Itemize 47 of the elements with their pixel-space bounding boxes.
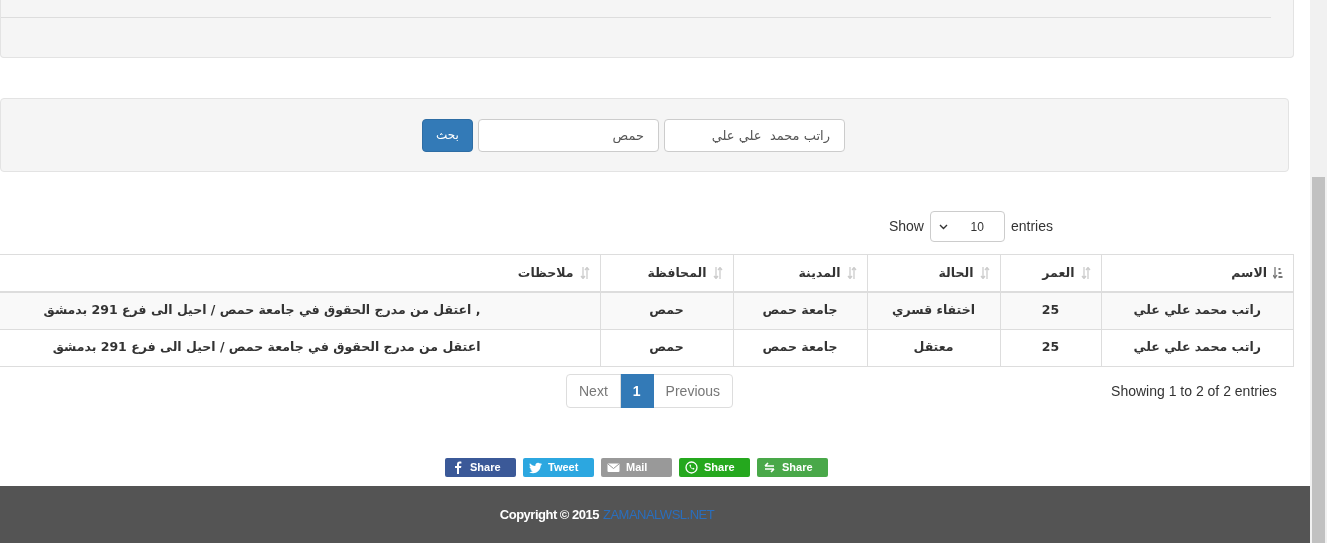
search-button[interactable]: بحث [422, 118, 473, 152]
entries-label: entries [1010, 217, 1053, 236]
mail-icon [607, 461, 620, 474]
column-label: الاسم [1231, 263, 1267, 282]
input-field[interactable]: حمص [478, 118, 659, 152]
column-label: المحافظة [647, 263, 707, 282]
table-cell: جامعة حمص [733, 292, 867, 329]
share-button[interactable]: Share [679, 458, 750, 477]
column-label: ملاحظات [517, 263, 574, 282]
table-cell: , اعتقل من مدرج الحقوق في جامعة حمص / احيل الى فرع 291 بدمشق [0, 292, 600, 329]
table-cell: حمص [600, 329, 733, 366]
table-cell: 25 [1000, 292, 1101, 329]
bird-icon [529, 461, 542, 474]
whatsapp-icon [685, 461, 698, 474]
table-cell: معتقل [867, 329, 1000, 366]
column-label: الحالة [938, 263, 974, 282]
share-button[interactable]: Tweet [523, 458, 594, 477]
table-cell: حمص [600, 292, 733, 329]
table-cell: راتب محمد علي علي [1101, 292, 1293, 329]
table-cell: 25 [1000, 329, 1101, 366]
input-field[interactable]: راتب محمد علي علي [664, 118, 845, 152]
table-cell: راتب محمد علي علي [1101, 329, 1293, 366]
chevron-icon [938, 223, 948, 230]
table-info: Showing 1 to 2 of 2 entries [1111, 381, 1277, 401]
scrollbar-thumb[interactable] [1312, 177, 1325, 543]
share-button[interactable]: Share [445, 458, 516, 477]
sort-icon [846, 267, 857, 279]
sort-icon [979, 267, 990, 279]
pagination-button[interactable]: Previous [652, 374, 734, 408]
pagination-button[interactable]: 1 [619, 374, 654, 408]
copyright-text: Copyright © 2015 [499, 505, 599, 524]
scrollbar[interactable] [1310, 0, 1327, 543]
table-cell: جامعة حمص [733, 329, 867, 366]
page-length-select[interactable]: 10 [929, 211, 1005, 242]
share-icon [763, 461, 776, 474]
sort-icon [712, 267, 723, 279]
table-cell: اختفاء قسري [867, 292, 1000, 329]
show-label: Show [888, 217, 924, 236]
table-cell: اعتقل من مدرج الحقوق في جامعة حمص / احيل الى فرع 291 بدمشق [0, 329, 600, 366]
sort-icon [579, 267, 590, 279]
column-label: المدينة [798, 263, 841, 282]
share-button[interactable]: Share [757, 458, 828, 477]
mail-button[interactable]: Mail [601, 458, 672, 477]
pagination-button[interactable]: Next [566, 374, 621, 408]
column-label: العمر [1042, 263, 1075, 282]
sort-icon [1080, 267, 1091, 279]
sort-ascending-icon [1273, 267, 1283, 279]
